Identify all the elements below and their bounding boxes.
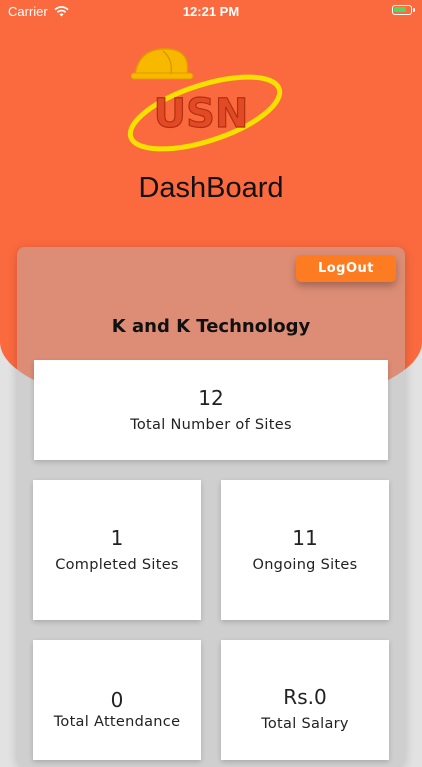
- stat-label: Total Number of Sites: [130, 417, 292, 433]
- logo-text: USN: [154, 91, 249, 137]
- stat-value: Rs.0: [283, 685, 327, 709]
- logout-button[interactable]: LogOut: [296, 255, 396, 282]
- stat-label: Ongoing Sites: [252, 557, 358, 573]
- stat-value: 1: [110, 526, 124, 550]
- stat-label: Completed Sites: [55, 557, 179, 573]
- stat-label: Total Salary: [261, 716, 349, 732]
- stat-label: Total Attendance: [53, 714, 181, 730]
- status-bar: Carrier 12:21 PM: [0, 0, 422, 24]
- status-time: 12:21 PM: [182, 4, 240, 19]
- stat-card-ongoing-sites[interactable]: 11 Ongoing Sites: [221, 480, 389, 620]
- stat-card-completed-sites[interactable]: 1 Completed Sites: [33, 480, 201, 620]
- usn-logo: USN: [127, 48, 283, 152]
- stat-card-total-salary[interactable]: Rs.0 Total Salary: [221, 640, 389, 760]
- stat-value: 11: [292, 526, 318, 550]
- stat-card-total-attendance[interactable]: 0 Total Attendance: [33, 640, 201, 760]
- company-name: K and K Technology: [111, 316, 311, 337]
- stat-card-total-sites[interactable]: 12 Total Number of Sites: [34, 360, 388, 460]
- battery-icon: [392, 5, 415, 15]
- page-title: DashBoard: [138, 172, 284, 204]
- stat-value: 12: [198, 386, 224, 410]
- stat-value: 0: [110, 688, 124, 712]
